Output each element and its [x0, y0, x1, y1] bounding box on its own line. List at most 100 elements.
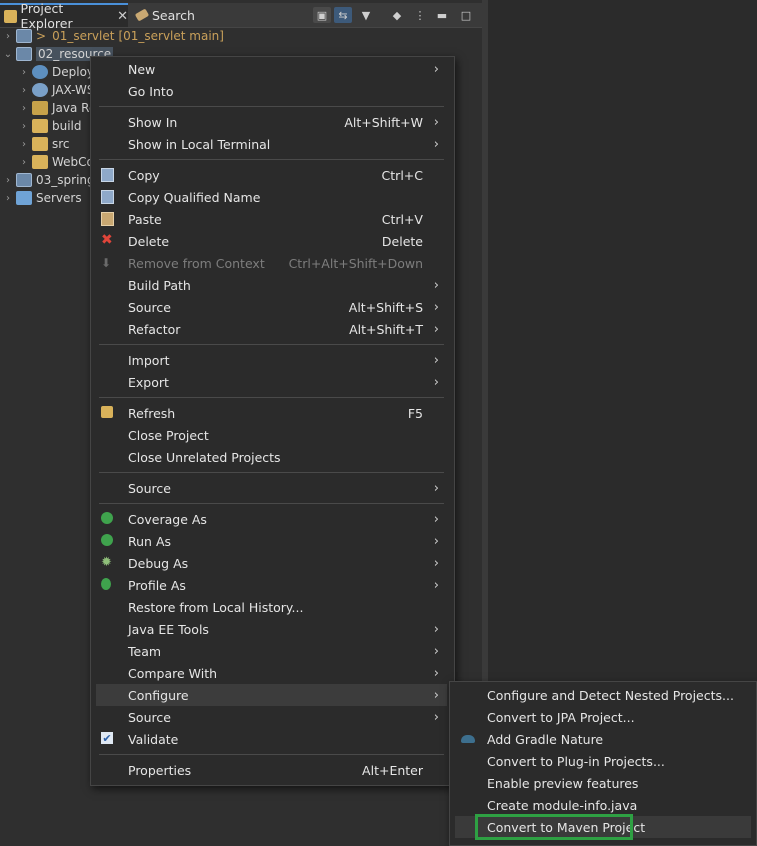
project-icon [16, 47, 32, 61]
menu-label: Enable preview features [487, 775, 639, 791]
menu-item-source-3[interactable]: Source › [96, 706, 447, 728]
menu-item-paste[interactable]: Paste Ctrl+V [96, 208, 447, 230]
menu-label: Debug As [128, 555, 189, 571]
menu-label: Add Gradle Nature [487, 731, 604, 747]
tree-item-src[interactable]: › src [18, 135, 70, 153]
expand-icon[interactable]: › [18, 121, 30, 132]
menu-label: Profile As [128, 577, 186, 593]
menu-item-import[interactable]: Import › [96, 349, 447, 371]
menu-shortcut: Ctrl+Alt+Shift+Down [288, 255, 423, 271]
submenu-item-add-gradle-nature[interactable]: Add Gradle Nature [455, 728, 751, 750]
submenu-item-convert-to-plugin[interactable]: Convert to Plug-in Projects... [455, 750, 751, 772]
menu-label: Validate [128, 731, 179, 747]
menu-label: Import [128, 352, 170, 368]
view-menu-icon[interactable]: ⋮ [411, 7, 429, 23]
tree-item-java-resources[interactable]: › Java Re [18, 99, 96, 117]
expand-icon[interactable]: › [18, 85, 30, 96]
menu-item-java-ee-tools[interactable]: Java EE Tools › [96, 618, 447, 640]
menu-item-delete[interactable]: ✖ Delete Delete [96, 230, 447, 252]
menu-item-team[interactable]: Team › [96, 640, 447, 662]
menu-item-source-2[interactable]: Source › [96, 477, 447, 499]
menu-separator [99, 754, 444, 755]
menu-shortcut: Ctrl+V [381, 211, 423, 227]
submenu-arrow-icon: › [433, 299, 439, 315]
menu-label: Remove from Context [128, 255, 265, 271]
menu-item-close-unrelated-projects[interactable]: Close Unrelated Projects [96, 446, 447, 468]
project-explorer-icon [4, 9, 17, 23]
link-with-editor-icon[interactable]: ⇆ [334, 7, 352, 23]
submenu-item-convert-to-jpa[interactable]: Convert to JPA Project... [455, 706, 751, 728]
menu-shortcut: Delete [381, 233, 423, 249]
minimize-icon[interactable]: ▬ [433, 7, 451, 23]
tree-item-01-servlet[interactable]: › > 01_servlet [01_servlet main] [2, 27, 224, 45]
menu-item-debug-as[interactable]: ✹ Debug As › [96, 552, 447, 574]
menu-item-compare-with[interactable]: Compare With › [96, 662, 447, 684]
menu-item-close-project[interactable]: Close Project [96, 424, 447, 446]
tab-project-explorer[interactable]: Project Explorer ✕ [0, 1, 128, 31]
menu-label: Run As [128, 533, 172, 549]
tree-item-servers[interactable]: › Servers [2, 189, 82, 207]
tree-item-webcontent[interactable]: › WebCo [18, 153, 94, 171]
menu-item-refresh[interactable]: Refresh F5 [96, 402, 447, 424]
menu-item-export[interactable]: Export › [96, 371, 447, 393]
tree-item-deploy[interactable]: › Deploy [18, 63, 94, 81]
expand-icon[interactable]: › [18, 103, 30, 114]
submenu-item-create-module-info[interactable]: Create module-info.java [455, 794, 751, 816]
tree-item-jax-ws[interactable]: › JAX-WS [18, 81, 95, 99]
menu-item-build-path[interactable]: Build Path › [96, 274, 447, 296]
tab-search[interactable]: Search [132, 3, 195, 27]
menu-label: Delete [128, 233, 170, 249]
menu-item-refactor[interactable]: Refactor Alt+Shift+T › [96, 318, 447, 340]
debug-icon: ✹ [101, 555, 112, 570]
folder-icon [32, 137, 48, 151]
copy-icon [101, 168, 114, 182]
project-icon [16, 29, 32, 43]
menu-shortcut: Alt+Enter [362, 762, 423, 778]
menu-item-restore-from-local-history[interactable]: Restore from Local History... [96, 596, 447, 618]
menu-item-profile-as[interactable]: Profile As › [96, 574, 447, 596]
menu-label: Configure and Detect Nested Projects... [487, 687, 734, 703]
menu-item-validate[interactable]: ✔ Validate [96, 728, 447, 750]
expand-icon[interactable]: › [18, 67, 30, 78]
close-icon[interactable]: ✕ [117, 9, 128, 24]
submenu-arrow-icon: › [433, 665, 439, 681]
context-menu: New › Go Into Show In Alt+Shift+W › Show in… [90, 56, 455, 786]
expand-icon[interactable]: › [18, 139, 30, 150]
submenu-item-configure-detect-nested[interactable]: Configure and Detect Nested Projects... [455, 684, 751, 706]
menu-item-new[interactable]: New › [96, 58, 447, 80]
tree-item-build[interactable]: › build [18, 117, 82, 135]
menu-label: Show in Local Terminal [128, 136, 271, 152]
menu-label: Copy [128, 167, 160, 183]
menu-item-coverage-as[interactable]: Coverage As › [96, 508, 447, 530]
collapse-all-icon[interactable]: ▣ [313, 7, 331, 23]
menu-item-configure[interactable]: Configure › [96, 684, 447, 706]
menu-item-properties[interactable]: Properties Alt+Enter [96, 759, 447, 781]
menu-item-go-into[interactable]: Go Into [96, 80, 447, 102]
menu-item-show-in[interactable]: Show In Alt+Shift+W › [96, 111, 447, 133]
deployment-descriptor-icon [32, 65, 48, 79]
menu-label: Convert to JPA Project... [487, 709, 635, 725]
submenu-item-enable-preview[interactable]: Enable preview features [455, 772, 751, 794]
menu-item-copy-qualified-name[interactable]: Copy Qualified Name [96, 186, 447, 208]
menu-label: Export [128, 374, 169, 390]
menu-label: Convert to Plug-in Projects... [487, 753, 665, 769]
menu-item-show-in-local-terminal[interactable]: Show in Local Terminal › [96, 133, 447, 155]
maximize-icon[interactable]: □ [457, 7, 475, 23]
java-resources-icon [32, 101, 48, 115]
expand-icon[interactable]: › [2, 193, 14, 204]
focus-icon[interactable]: ◆ [388, 7, 406, 23]
search-icon [134, 8, 150, 22]
menu-item-copy[interactable]: Copy Ctrl+C [96, 164, 447, 186]
filter-icon[interactable]: ▼ [357, 7, 375, 23]
expand-icon[interactable]: › [18, 157, 30, 168]
folder-icon [32, 155, 48, 169]
expand-icon[interactable]: › [2, 31, 14, 42]
collapse-icon[interactable]: ⌄ [2, 49, 14, 60]
submenu-arrow-icon: › [433, 61, 439, 77]
tree-item-03-spring[interactable]: › 03_spring [2, 171, 95, 189]
delete-icon: ✖ [101, 232, 113, 248]
submenu-arrow-icon: › [433, 709, 439, 725]
menu-item-run-as[interactable]: Run As › [96, 530, 447, 552]
menu-item-source[interactable]: Source Alt+Shift+S › [96, 296, 447, 318]
expand-icon[interactable]: › [2, 175, 14, 186]
